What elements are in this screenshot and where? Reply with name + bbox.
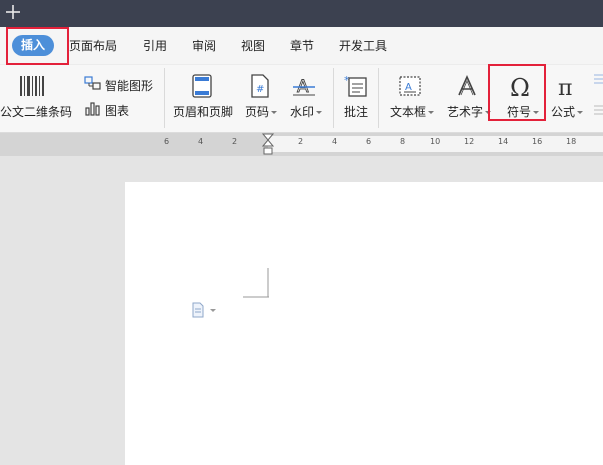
wordart-label: 艺术字 xyxy=(447,105,484,119)
qrcode-label: 公文二维条码 xyxy=(0,105,73,119)
barcode-icon xyxy=(20,76,44,96)
equation-icon[interactable] xyxy=(592,73,603,87)
tab-view[interactable]: 视图 xyxy=(241,38,265,54)
document-page[interactable] xyxy=(125,182,603,465)
margin-corner-marker xyxy=(243,268,269,298)
ribbon-separator xyxy=(333,68,334,128)
comment-icon: * xyxy=(344,74,367,97)
formula-label: 公式 xyxy=(551,105,576,119)
smartart-label: 智能图形 xyxy=(105,79,154,93)
header-footer-icon xyxy=(192,74,212,98)
ruler-number: 6 xyxy=(164,137,170,146)
ruler-number: 2 xyxy=(232,137,238,146)
chart-icon xyxy=(85,102,100,116)
header-footer-label: 页眉和页脚 xyxy=(173,105,234,119)
watermark-icon: A xyxy=(293,77,315,97)
ribbon-separator xyxy=(378,68,379,128)
watermark-label: 水印 xyxy=(290,105,315,119)
ruler-number: 4 xyxy=(332,137,338,146)
svg-text:#: # xyxy=(256,84,264,95)
pi-icon: π xyxy=(558,76,572,100)
textbox-label: 文本框 xyxy=(390,105,427,119)
page-number-label: 页码 xyxy=(245,105,270,119)
ruler-number: 6 xyxy=(366,137,372,146)
tab-references[interactable]: 引用 xyxy=(143,38,167,54)
smartart-icon xyxy=(84,76,101,90)
textbox-icon: A xyxy=(399,76,421,96)
highlight-box-symbol xyxy=(488,64,546,121)
ruler-number: 14 xyxy=(498,137,509,146)
chart-label: 图表 xyxy=(105,104,130,118)
tab-developer-tools[interactable]: 开发工具 xyxy=(339,38,387,54)
wordart-icon xyxy=(458,75,476,96)
chevron-down-icon xyxy=(271,111,278,114)
ruler-number: 2 xyxy=(298,137,304,146)
tab-section[interactable]: 章节 xyxy=(290,38,314,54)
horizontal-ruler[interactable]: 6 4 2 2 4 6 8 10 12 14 16 18 xyxy=(0,133,603,156)
svg-text:A: A xyxy=(405,82,412,93)
indent-marker-icon[interactable] xyxy=(262,133,274,156)
tab-page-layout[interactable]: 页面布局 xyxy=(69,38,117,54)
ruler-number: 4 xyxy=(198,137,204,146)
svg-text:π: π xyxy=(558,76,572,100)
ruler-number: 12 xyxy=(464,137,475,146)
ruler-number: 8 xyxy=(400,137,406,146)
chevron-down-icon xyxy=(316,111,323,114)
ribbon-separator xyxy=(164,68,165,128)
ruler-number: 18 xyxy=(566,137,577,146)
ruler-number: 16 xyxy=(532,137,543,146)
paste-options-icon[interactable] xyxy=(191,302,219,318)
numbering-icon[interactable] xyxy=(592,103,603,117)
tab-review[interactable]: 审阅 xyxy=(192,38,216,54)
menu-tab-bar: 插入 页面布局 引用 审阅 视图 章节 开发工具 xyxy=(0,27,603,65)
page-number-icon: # xyxy=(251,74,269,98)
plus-icon[interactable] xyxy=(4,3,22,21)
highlight-box-insert-tab xyxy=(6,27,69,65)
comment-label: 批注 xyxy=(344,105,369,119)
title-bar xyxy=(0,0,603,27)
chevron-down-icon xyxy=(577,111,584,114)
ruler-number: 10 xyxy=(430,137,441,146)
chevron-down-icon xyxy=(428,111,435,114)
